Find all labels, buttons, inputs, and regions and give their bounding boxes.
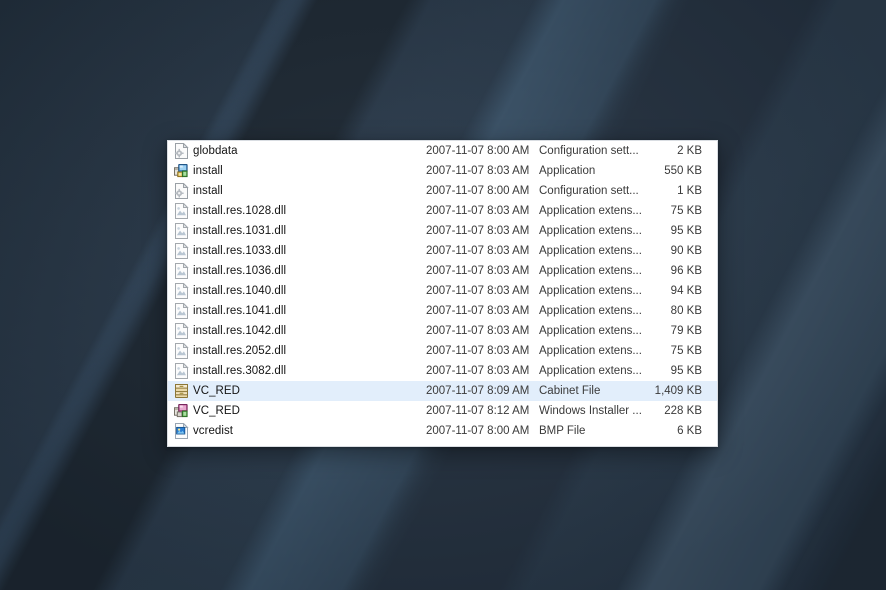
- file-size: 79 KB: [670, 325, 702, 337]
- file-size: 95 KB: [670, 365, 702, 377]
- file-type: Windows Installer ...: [539, 405, 642, 417]
- file-size: 2 KB: [677, 145, 702, 157]
- windows-installer-icon: [172, 403, 193, 419]
- dll-extension-icon: [172, 343, 193, 359]
- file-size: 75 KB: [670, 345, 702, 357]
- file-type: Application extens...: [539, 225, 642, 237]
- file-name: install.res.1036.dll: [193, 265, 287, 277]
- file-type: Application extens...: [539, 365, 642, 377]
- file-type: Application extens...: [539, 265, 642, 277]
- file-size: 1,409 KB: [654, 385, 702, 397]
- file-row[interactable]: install 2007-11-07 8:00 AM Configuration s…: [168, 181, 717, 201]
- dll-extension-icon: [172, 303, 193, 319]
- dll-extension-icon: [172, 363, 193, 379]
- dll-extension-icon: [172, 323, 193, 339]
- file-row[interactable]: install.res.1036.dll 2007-11-07 8:03 AM Ap…: [168, 261, 717, 281]
- file-row[interactable]: install.res.1040.dll 2007-11-07 8:03 AM Ap…: [168, 281, 717, 301]
- file-size: 75 KB: [670, 205, 702, 217]
- file-size: 94 KB: [670, 285, 702, 297]
- file-name: vcredist: [193, 425, 234, 437]
- file-type: Application: [539, 165, 596, 177]
- file-name: globdata: [193, 145, 238, 157]
- file-type: Configuration sett...: [539, 185, 639, 197]
- file-name: install.res.1031.dll: [193, 225, 287, 237]
- file-name: VC_RED: [193, 385, 240, 397]
- file-type: BMP File: [539, 425, 586, 437]
- file-date-modified: 2007-11-07 8:03 AM: [426, 365, 530, 377]
- file-date-modified: 2007-11-07 8:03 AM: [426, 325, 530, 337]
- application-exe-icon: [172, 163, 193, 179]
- file-date-modified: 2007-11-07 8:00 AM: [426, 425, 530, 437]
- file-row[interactable]: VC_RED 2007-11-07 8:12 AM Windows Installe…: [168, 401, 717, 421]
- file-name: install.res.3082.dll: [193, 365, 287, 377]
- file-size: 550 KB: [664, 165, 702, 177]
- dll-extension-icon: [172, 263, 193, 279]
- file-date-modified: 2007-11-07 8:03 AM: [426, 245, 530, 257]
- file-date-modified: 2007-11-07 8:03 AM: [426, 165, 530, 177]
- file-name: install: [193, 165, 223, 177]
- file-row[interactable]: vcredist 2007-11-07 8:00 AM BMP File 6 KB: [168, 421, 717, 441]
- file-date-modified: 2007-11-07 8:03 AM: [426, 305, 530, 317]
- file-row[interactable]: install.res.3082.dll 2007-11-07 8:03 AM Ap…: [168, 361, 717, 381]
- file-size: 228 KB: [664, 405, 702, 417]
- file-type: Application extens...: [539, 285, 642, 297]
- file-date-modified: 2007-11-07 8:03 AM: [426, 225, 530, 237]
- dll-extension-icon: [172, 243, 193, 259]
- file-row[interactable]: globdata 2007-11-07 8:00 AM Configuration …: [168, 141, 717, 161]
- file-name: install: [193, 185, 223, 197]
- file-date-modified: 2007-11-07 8:03 AM: [426, 205, 530, 217]
- file-type: Application extens...: [539, 305, 642, 317]
- file-row[interactable]: install.res.1033.dll 2007-11-07 8:03 AM Ap…: [168, 241, 717, 261]
- file-row[interactable]: install.res.1031.dll 2007-11-07 8:03 AM Ap…: [168, 221, 717, 241]
- config-settings-icon: [172, 143, 193, 159]
- bmp-image-icon: [172, 423, 193, 439]
- file-row[interactable]: install.res.1041.dll 2007-11-07 8:03 AM Ap…: [168, 301, 717, 321]
- file-date-modified: 2007-11-07 8:03 AM: [426, 285, 530, 297]
- file-type: Configuration sett...: [539, 145, 639, 157]
- file-row[interactable]: install.res.1042.dll 2007-11-07 8:03 AM Ap…: [168, 321, 717, 341]
- dll-extension-icon: [172, 283, 193, 299]
- file-type: Application extens...: [539, 245, 642, 257]
- file-date-modified: 2007-11-07 8:12 AM: [426, 405, 530, 417]
- file-date-modified: 2007-11-07 8:00 AM: [426, 145, 530, 157]
- file-explorer-list-panel[interactable]: globdata 2007-11-07 8:00 AM Configuration …: [167, 140, 718, 447]
- dll-extension-icon: [172, 223, 193, 239]
- file-row[interactable]: VC_RED 2007-11-07 8:09 AM Cabinet File 1,40…: [168, 381, 717, 401]
- file-name: install.res.1040.dll: [193, 285, 287, 297]
- config-settings-icon: [172, 183, 193, 199]
- file-name: install.res.1033.dll: [193, 245, 287, 257]
- file-size: 90 KB: [670, 245, 702, 257]
- file-name: install.res.2052.dll: [193, 345, 287, 357]
- cabinet-file-icon: [172, 383, 193, 399]
- file-date-modified: 2007-11-07 8:03 AM: [426, 345, 530, 357]
- file-date-modified: 2007-11-07 8:09 AM: [426, 385, 530, 397]
- file-size: 96 KB: [670, 265, 702, 277]
- file-size: 1 KB: [677, 185, 702, 197]
- file-type: Application extens...: [539, 325, 642, 337]
- file-type: Cabinet File: [539, 385, 601, 397]
- file-size: 6 KB: [677, 425, 702, 437]
- file-type: Application extens...: [539, 345, 642, 357]
- file-date-modified: 2007-11-07 8:00 AM: [426, 185, 530, 197]
- file-name: install.res.1028.dll: [193, 205, 287, 217]
- file-row[interactable]: install 2007-11-07 8:03 AM Application 550 …: [168, 161, 717, 181]
- dll-extension-icon: [172, 203, 193, 219]
- file-name: install.res.1042.dll: [193, 325, 287, 337]
- file-type: Application extens...: [539, 205, 642, 217]
- file-size: 95 KB: [670, 225, 702, 237]
- file-row[interactable]: install.res.1028.dll 2007-11-07 8:03 AM Ap…: [168, 201, 717, 221]
- file-name: VC_RED: [193, 405, 240, 417]
- file-name: install.res.1041.dll: [193, 305, 287, 317]
- file-date-modified: 2007-11-07 8:03 AM: [426, 265, 530, 277]
- file-size: 80 KB: [670, 305, 702, 317]
- file-row[interactable]: install.res.2052.dll 2007-11-07 8:03 AM Ap…: [168, 341, 717, 361]
